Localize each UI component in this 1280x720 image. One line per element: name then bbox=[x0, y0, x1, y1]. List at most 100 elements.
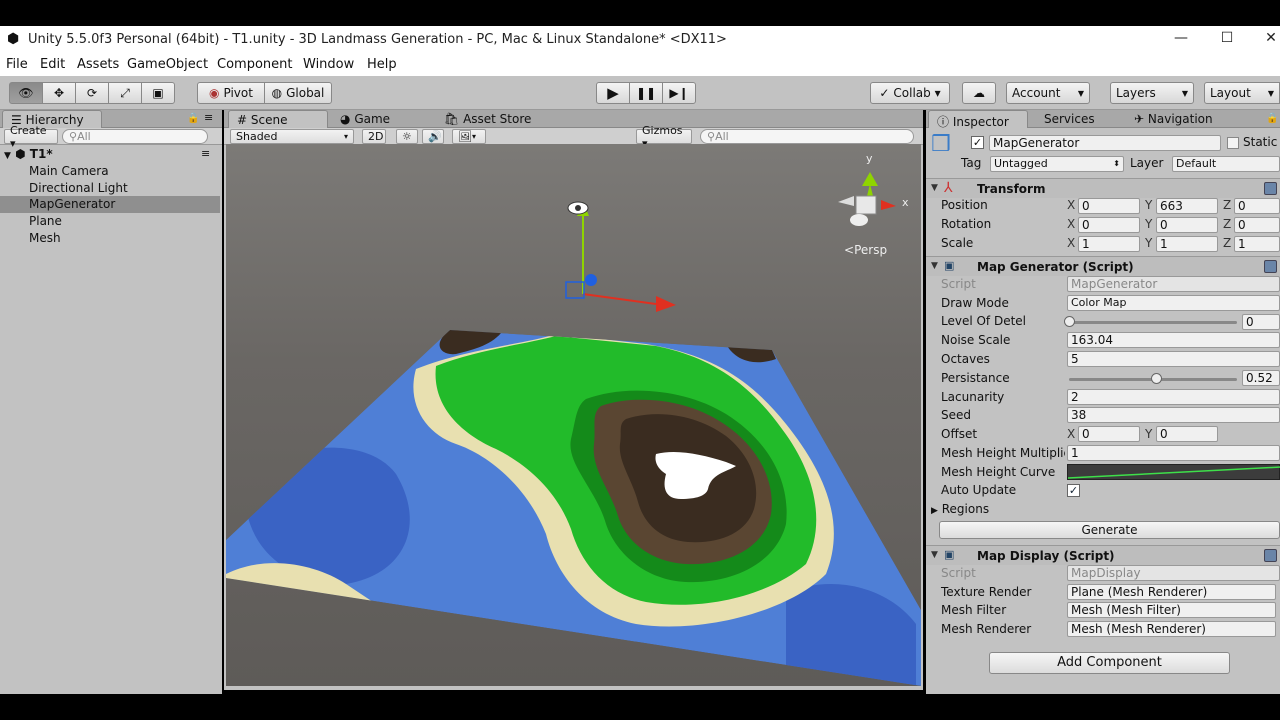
mesh-filter-field[interactable]: Mesh (Mesh Filter) bbox=[1067, 602, 1276, 618]
generate-button[interactable]: Generate bbox=[939, 521, 1280, 539]
tag-dropdown[interactable]: Untagged ⬍ bbox=[990, 156, 1124, 172]
tab-scene[interactable]: # Scene bbox=[228, 110, 328, 128]
pivot-button[interactable]: ◉ Pivot bbox=[197, 82, 265, 104]
menu-file[interactable]: File bbox=[6, 57, 28, 72]
auto-update-checkbox[interactable]: ✓ bbox=[1067, 484, 1080, 497]
audio-toggle[interactable]: 🔊 bbox=[422, 129, 444, 144]
layer-dropdown[interactable]: Default bbox=[1172, 156, 1280, 172]
2d-toggle[interactable]: 2D bbox=[362, 129, 386, 144]
hierarchy-item-directional-light[interactable]: Directional Light bbox=[0, 180, 220, 197]
regions-foldout[interactable]: ▶ Regions bbox=[931, 502, 989, 516]
create-button[interactable]: Create ▾ bbox=[4, 124, 58, 150]
menu-help[interactable]: Help bbox=[367, 57, 397, 72]
axis-y-letter: Y bbox=[1145, 198, 1153, 212]
offset-x-field[interactable]: 0 bbox=[1078, 426, 1140, 442]
scale-y-field[interactable]: 1 bbox=[1156, 236, 1218, 252]
settings-icon[interactable] bbox=[1264, 549, 1277, 562]
octaves-field[interactable]: 5 bbox=[1067, 351, 1280, 367]
scene-search-input[interactable]: ⚲ All bbox=[700, 129, 914, 144]
lod-label: Level Of Detel bbox=[941, 314, 1027, 328]
object-name-field[interactable]: MapGenerator bbox=[989, 135, 1221, 151]
account-dropdown[interactable]: Account ▼ bbox=[1006, 82, 1090, 104]
static-checkbox[interactable] bbox=[1227, 137, 1239, 149]
tab-navigation[interactable]: ✈ Navigation bbox=[1126, 110, 1221, 128]
lod-slider-track[interactable] bbox=[1069, 321, 1237, 324]
mesh-height-mult-field[interactable]: 1 bbox=[1067, 445, 1280, 461]
lod-value-field[interactable]: 0 bbox=[1242, 314, 1280, 330]
mesh-height-curve-field[interactable] bbox=[1067, 464, 1280, 480]
lighting-toggle[interactable]: ☼ bbox=[396, 129, 418, 144]
maximize-button[interactable]: ☐ bbox=[1214, 30, 1240, 50]
close-button[interactable]: ✕ bbox=[1258, 30, 1280, 50]
mesh-renderer-field[interactable]: Mesh (Mesh Renderer) bbox=[1067, 621, 1276, 637]
map-display-header[interactable]: ▼ ▣ Map Display (Script) bbox=[926, 545, 1280, 565]
scale-x-field[interactable]: 1 bbox=[1078, 236, 1140, 252]
play-button[interactable]: ▶ bbox=[596, 82, 630, 104]
scale-z-field[interactable]: 1 bbox=[1234, 236, 1280, 252]
position-y-field[interactable]: 663 bbox=[1156, 198, 1218, 214]
rotation-y-field[interactable]: 0 bbox=[1156, 217, 1218, 233]
scale-label: Scale bbox=[941, 236, 974, 250]
scene-menu-icon[interactable]: ≡ bbox=[201, 147, 210, 160]
noise-scale-field[interactable]: 163.04 bbox=[1067, 332, 1280, 348]
menu-assets[interactable]: Assets bbox=[77, 57, 119, 72]
play-icon: ▶ bbox=[607, 84, 619, 102]
unity-logo-icon: ⬢ bbox=[7, 31, 20, 47]
lock-icon[interactable]: 🔒 bbox=[187, 113, 199, 124]
rect-tool-button[interactable]: ▣ bbox=[141, 82, 175, 104]
gizmos-dropdown[interactable]: Gizmos ▾ bbox=[636, 124, 692, 150]
active-checkbox[interactable]: ✓ bbox=[971, 136, 984, 149]
menu-edit[interactable]: Edit bbox=[40, 57, 65, 72]
settings-icon[interactable] bbox=[1264, 260, 1277, 273]
step-button[interactable]: ▶❙ bbox=[662, 82, 696, 104]
layout-dropdown[interactable]: Layout ▼ bbox=[1204, 82, 1280, 104]
menu-window[interactable]: Window bbox=[303, 57, 354, 72]
persp-label: <Persp bbox=[844, 243, 887, 257]
scene-root[interactable]: ▼ ⬢ T1* bbox=[0, 146, 220, 163]
menu-component[interactable]: Component bbox=[217, 57, 292, 72]
scale-tool-button[interactable]: ⤢ bbox=[108, 82, 142, 104]
offset-y-field[interactable]: 0 bbox=[1156, 426, 1218, 442]
map-generator-header[interactable]: ▼ ▣ Map Generator (Script) bbox=[926, 256, 1280, 276]
tab-game[interactable]: ◕ Game bbox=[332, 110, 398, 128]
tab-asset-store[interactable]: 🛍 Asset Store bbox=[436, 110, 539, 128]
transform-header[interactable]: ▼ ⅄ Transform bbox=[926, 178, 1280, 198]
add-component-button[interactable]: Add Component bbox=[989, 652, 1230, 674]
draw-mode-dropdown[interactable]: Color Map bbox=[1067, 295, 1280, 311]
minimize-button[interactable]: — bbox=[1168, 30, 1194, 50]
hierarchy-search-input[interactable]: ⚲ All bbox=[62, 129, 208, 144]
menu-gameobject[interactable]: GameObject bbox=[127, 57, 208, 72]
panel-menu-icon[interactable]: ≡ bbox=[204, 111, 213, 124]
title-bar: ⬢ Unity 5.5.0f3 Personal (64bit) - T1.un… bbox=[0, 26, 1280, 54]
persistance-value-field[interactable]: 0.52 bbox=[1242, 370, 1280, 386]
draw-mode-label: Draw Mode bbox=[941, 296, 1009, 310]
global-button[interactable]: ◍ Global bbox=[264, 82, 332, 104]
tab-services[interactable]: Services bbox=[1036, 110, 1103, 128]
hierarchy-item-mapgenerator[interactable]: MapGenerator bbox=[0, 196, 220, 213]
hierarchy-item-mesh[interactable]: Mesh bbox=[0, 230, 220, 247]
lock-icon[interactable]: 🔒 bbox=[1266, 113, 1278, 124]
seed-field[interactable]: 38 bbox=[1067, 407, 1280, 423]
pause-button[interactable]: ❚❚ bbox=[629, 82, 663, 104]
move-tool-button[interactable]: ✥ bbox=[42, 82, 76, 104]
position-x-field[interactable]: 0 bbox=[1078, 198, 1140, 214]
rotate-tool-button[interactable]: ⟳ bbox=[75, 82, 109, 104]
effects-dropdown[interactable]: 🖼 ▾ bbox=[452, 129, 486, 144]
lod-slider-thumb[interactable] bbox=[1064, 316, 1075, 327]
hierarchy-item-main-camera[interactable]: Main Camera bbox=[0, 163, 220, 180]
cloud-button[interactable]: ☁ bbox=[962, 82, 996, 104]
position-z-field[interactable]: 0 bbox=[1234, 198, 1280, 214]
rotation-x-field[interactable]: 0 bbox=[1078, 217, 1140, 233]
hierarchy-item-plane[interactable]: Plane bbox=[0, 213, 220, 230]
shading-mode-dropdown[interactable]: Shaded ▾ bbox=[230, 129, 354, 144]
collab-button[interactable]: ✓ Collab ▾ bbox=[870, 82, 950, 104]
layers-dropdown[interactable]: Layers ▼ bbox=[1110, 82, 1194, 104]
scene-viewport[interactable]: y x <Persp bbox=[226, 144, 921, 686]
view-tool-button[interactable]: 👁 bbox=[9, 82, 43, 104]
texture-render-field[interactable]: Plane (Mesh Renderer) bbox=[1067, 584, 1276, 600]
lacunarity-field[interactable]: 2 bbox=[1067, 389, 1280, 405]
settings-icon[interactable] bbox=[1264, 182, 1277, 195]
axis-z-letter: Z bbox=[1223, 217, 1232, 231]
tab-inspector[interactable]: ⓘ Inspector bbox=[928, 110, 1028, 129]
rotation-z-field[interactable]: 0 bbox=[1234, 217, 1280, 233]
